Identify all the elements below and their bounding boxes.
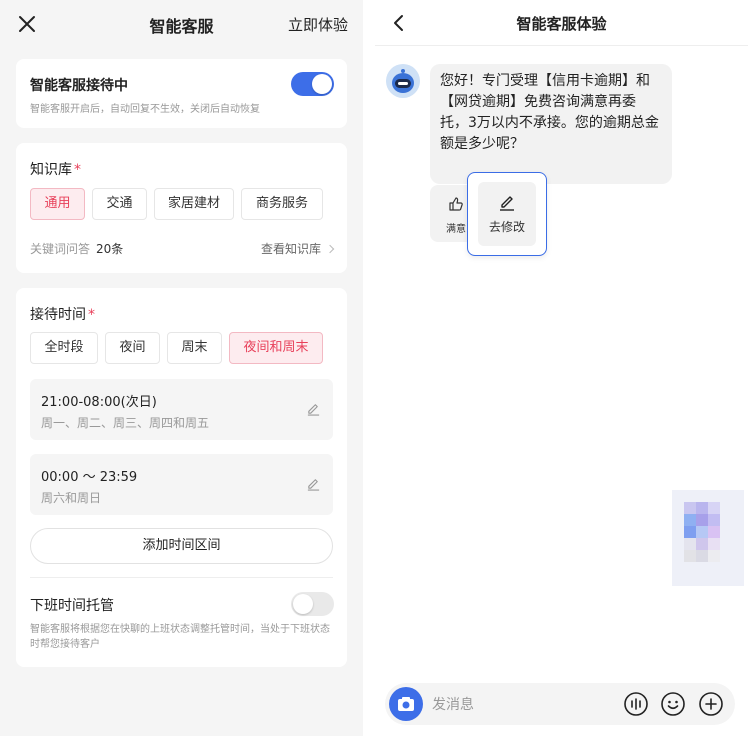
time-range-days: 周一、周二、周三、周四和周五 — [41, 416, 210, 430]
reception-card: 智能客服接待中 智能客服开启后，自动回复不生效，关闭后自动恢复 — [16, 59, 347, 128]
time-range-days: 周六和周日 — [41, 491, 102, 505]
time-range-time: 00:00 ～ 23:59 — [41, 470, 138, 485]
pen-icon — [500, 196, 514, 211]
chip-business[interactable]: 商务服务 — [241, 188, 323, 220]
message-input[interactable]: 发消息 — [432, 694, 474, 714]
settings-panel: 智能客服 立即体验 智能客服接待中 智能客服开启后，自动回复不生效，关闭后自动恢… — [0, 0, 363, 736]
settings-header: 智能客服 立即体验 — [0, 0, 363, 48]
offwork-description: 智能客服将根据您在快聊的上班状态调整托管时间，当处于下班状态时帮您接待客户 — [30, 624, 330, 650]
chat-title: 智能客服体验 — [516, 15, 607, 33]
chip-night[interactable]: 夜间 — [105, 332, 160, 364]
blurred-image — [672, 490, 744, 586]
plus-icon[interactable] — [698, 691, 724, 717]
knowledge-card: 知识库 * 通用 交通 家居建材 商务服务 关键词问答 20条 查看知识库 — [16, 143, 347, 273]
message-input-bar: 发消息 — [385, 683, 735, 725]
add-time-range-button[interactable]: 添加时间区间 — [30, 528, 333, 564]
edit-icon[interactable] — [306, 476, 321, 491]
reception-title: 智能客服接待中 — [30, 78, 128, 94]
time-range-item[interactable]: 00:00 ～ 23:59 周六和周日 — [30, 454, 333, 515]
chip-home-building[interactable]: 家居建材 — [154, 188, 234, 220]
reception-subtitle: 智能客服开启后，自动回复不生效，关闭后自动恢复 — [30, 104, 260, 115]
edit-label: 去修改 — [488, 220, 525, 234]
offwork-title: 下班时间托管 — [30, 598, 114, 614]
keyword-row: 关键词问答 20条 查看知识库 — [30, 240, 335, 257]
chip-all-day[interactable]: 全时段 — [30, 332, 98, 364]
edit-button[interactable]: 去修改 — [478, 182, 536, 246]
chat-header: 智能客服体验 — [375, 0, 748, 46]
chip-traffic[interactable]: 交通 — [92, 188, 147, 220]
camera-icon — [398, 697, 414, 711]
emoji-icon[interactable] — [660, 691, 686, 717]
chip-weekend[interactable]: 周末 — [167, 332, 222, 364]
view-knowledge-link[interactable]: 查看知识库 — [261, 240, 335, 257]
chevron-right-icon — [325, 244, 335, 254]
thumbs-up-icon — [449, 197, 463, 211]
bot-message-bubble: 您好！专门受理【信用卡逾期】和【网贷逾期】免费咨询满意再委托，3万以内不承接。您… — [430, 64, 672, 184]
try-now-button[interactable]: 立即体验 — [288, 14, 348, 35]
keyword-label: 关键词问答 — [30, 242, 91, 256]
app-root: 智能客服 立即体验 智能客服接待中 智能客服开启后，自动回复不生效，关闭后自动恢… — [0, 0, 748, 736]
camera-button[interactable] — [389, 687, 423, 721]
chip-night-weekend[interactable]: 夜间和周末 — [229, 332, 323, 364]
offwork-toggle[interactable] — [291, 592, 334, 616]
schedule-card: 接待时间 * 全时段 夜间 周末 夜间和周末 21:00-08:00(次日) 周一… — [16, 288, 347, 667]
edit-popover[interactable]: 去修改 — [467, 172, 547, 256]
edit-icon[interactable] — [306, 401, 321, 416]
voice-icon[interactable] — [623, 691, 649, 717]
time-range-time: 21:00-08:00(次日) — [41, 395, 157, 410]
chip-general[interactable]: 通用 — [30, 188, 85, 220]
robot-avatar — [386, 64, 420, 98]
knowledge-title: 知识库 * — [30, 162, 81, 178]
time-range-item[interactable]: 21:00-08:00(次日) 周一、周二、周三、周四和周五 — [30, 379, 333, 440]
divider — [30, 577, 333, 578]
chat-preview-panel: 智能客服体验 您好！专门受理【信用卡逾期】和【网贷逾期】免费咨询满意再委托，3万… — [375, 0, 748, 736]
schedule-title: 接待时间 * — [30, 307, 95, 323]
keyword-count: 20条 — [96, 242, 124, 256]
reception-toggle[interactable] — [291, 72, 334, 96]
